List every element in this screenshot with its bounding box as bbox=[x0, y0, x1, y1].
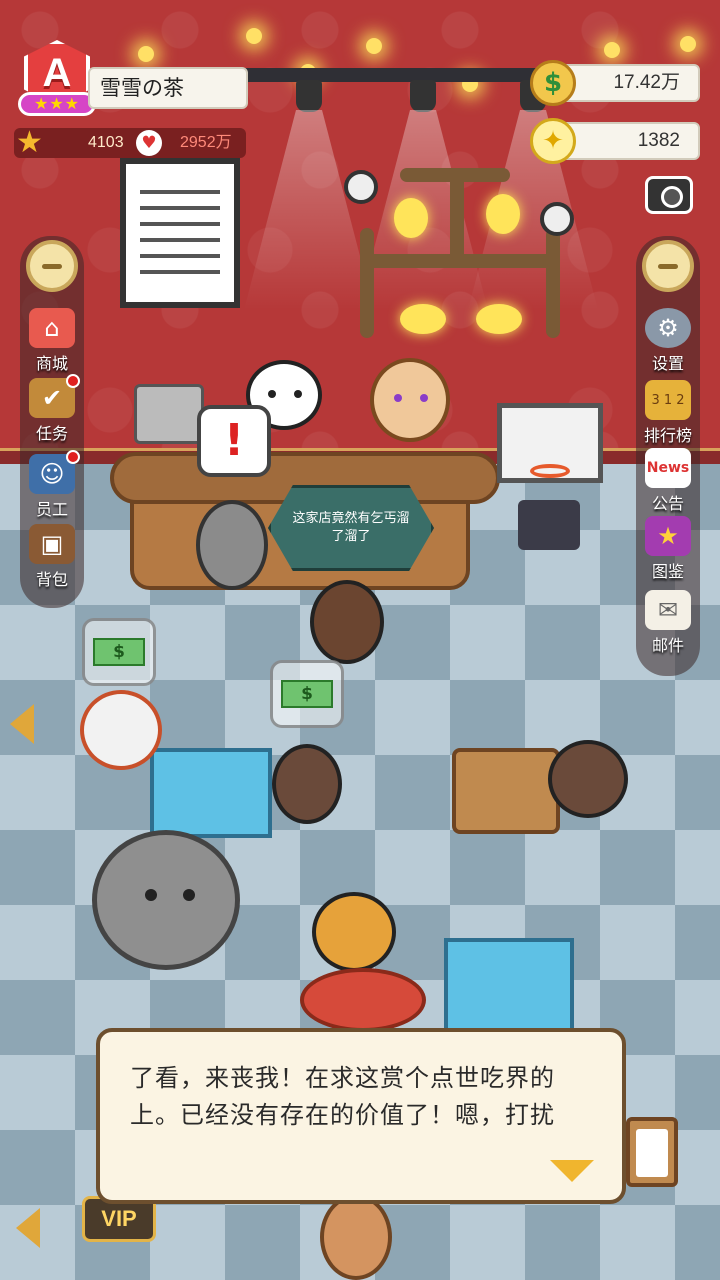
farmer-customer[interactable] bbox=[310, 580, 384, 664]
pressure-gauge bbox=[344, 170, 378, 204]
light-bulb bbox=[604, 42, 620, 58]
menu-tasks[interactable]: ✔ 任务 bbox=[22, 374, 82, 444]
menu-announcement[interactable]: News 公告 bbox=[638, 448, 698, 514]
right-menu-collapse-button[interactable] bbox=[642, 240, 694, 292]
menu-staff[interactable]: ☺ 员工 bbox=[22, 450, 82, 520]
rank-letter: A bbox=[42, 50, 72, 95]
dog-staff[interactable] bbox=[370, 358, 450, 442]
alert-icon: ! bbox=[223, 415, 245, 466]
mail-icon: ✉ bbox=[645, 590, 691, 630]
spotlight-rail bbox=[240, 68, 540, 82]
cash-icon: $ bbox=[281, 680, 333, 708]
cash-collect-bubble[interactable]: $ bbox=[270, 660, 344, 728]
dialog-text: 了看，来丧我！在求这赏个点世吃界的上。已经没有存在的价值了！嗯，打扰 bbox=[130, 1064, 555, 1129]
menu-mail[interactable]: ✉ 邮件 bbox=[638, 590, 698, 656]
cash-icon: $ bbox=[530, 60, 576, 106]
dialog-next-icon[interactable] bbox=[550, 1160, 594, 1182]
dialog-box[interactable]: 了看，来丧我！在求这赏个点世吃界的上。已经没有存在的价值了！嗯，打扰 bbox=[96, 1028, 626, 1204]
menu-leaderboard[interactable]: 3 1 2 排行榜 bbox=[638, 380, 698, 446]
shop-icon: ⌂ bbox=[29, 308, 75, 348]
notification-dot bbox=[66, 374, 80, 388]
basketball-hoop bbox=[530, 464, 570, 478]
spotlight bbox=[410, 80, 436, 112]
light-bulb bbox=[138, 46, 154, 62]
menu-collection[interactable]: ★ 图鉴 bbox=[638, 516, 698, 582]
star-icon: ★ bbox=[16, 125, 43, 160]
explorer-customer[interactable] bbox=[548, 740, 628, 818]
basketball-stand bbox=[518, 500, 580, 550]
pirate-customer[interactable] bbox=[272, 744, 342, 824]
rank-stars: ★★★ bbox=[18, 92, 96, 116]
customer-speech-bubble: 这家店竟然有乞丐溜了溜了 bbox=[268, 485, 434, 571]
scroll-left-arrow[interactable] bbox=[16, 1208, 40, 1248]
lamp-bulb bbox=[394, 198, 428, 238]
menu-shop[interactable]: ⌂ 商城 bbox=[22, 308, 82, 374]
menu-backpack[interactable]: ▣ 背包 bbox=[22, 524, 82, 590]
pressure-gauge bbox=[540, 202, 574, 236]
cash-collect-bubble[interactable]: $ bbox=[82, 618, 156, 686]
menu-label: 背包 bbox=[35, 570, 68, 589]
menu-settings[interactable]: ⚙ 设置 bbox=[638, 308, 698, 374]
blue-table[interactable] bbox=[444, 938, 574, 1034]
lamp-bulb bbox=[476, 304, 522, 334]
news-icon: News bbox=[645, 448, 691, 488]
scroll-left-arrow[interactable] bbox=[10, 704, 34, 744]
cash-register[interactable] bbox=[134, 384, 204, 444]
light-bulb bbox=[246, 28, 262, 44]
player-stats: ★ 4103 ♥ 2952万 bbox=[14, 128, 246, 158]
camera-icon[interactable] bbox=[645, 176, 693, 214]
beggar-customer[interactable] bbox=[196, 500, 268, 590]
lamp-bulb bbox=[486, 194, 520, 234]
blue-table[interactable] bbox=[150, 748, 272, 838]
cash-icon: $ bbox=[93, 638, 145, 666]
menu-label: 公告 bbox=[651, 494, 684, 513]
left-menu-collapse-button[interactable] bbox=[26, 240, 78, 292]
menu-label: 任务 bbox=[35, 424, 68, 443]
menu-label: 员工 bbox=[35, 500, 68, 519]
menu-board[interactable] bbox=[120, 158, 240, 308]
menu-label: 图鉴 bbox=[651, 562, 684, 581]
gear-icon: ⚙ bbox=[645, 308, 691, 348]
wooden-table[interactable] bbox=[452, 748, 560, 834]
notification-dot bbox=[66, 450, 80, 464]
lamp-bulb bbox=[400, 304, 446, 334]
pipe-lamp-decoration bbox=[344, 158, 574, 338]
star-count: 4103 bbox=[88, 134, 124, 151]
menu-label: 商城 bbox=[35, 354, 68, 373]
player-name[interactable]: 雪雪の茶 bbox=[88, 67, 248, 109]
menu-label: 设置 bbox=[651, 354, 684, 373]
star-book-icon: ★ bbox=[645, 516, 691, 556]
deer-customer[interactable] bbox=[320, 1194, 392, 1280]
backpack-icon: ▣ bbox=[29, 524, 75, 564]
bear-customer[interactable] bbox=[80, 690, 162, 770]
lightbulb-icon: ✦ bbox=[530, 118, 576, 164]
tiger-customer[interactable] bbox=[312, 892, 396, 972]
speaking-beggar-character[interactable] bbox=[92, 830, 240, 970]
light-bulb bbox=[366, 38, 382, 54]
menu-label: 邮件 bbox=[651, 636, 684, 655]
light-bulb bbox=[680, 36, 696, 52]
sombrero-customer[interactable] bbox=[300, 968, 426, 1032]
speech-text: 这家店竟然有乞丐溜了溜了 bbox=[292, 511, 410, 544]
fans-icon: ♥ bbox=[136, 130, 162, 156]
alert-bubble[interactable]: ! bbox=[197, 405, 271, 477]
order-clipboard-button[interactable] bbox=[626, 1117, 678, 1187]
fans-count: 2952万 bbox=[180, 134, 232, 151]
menu-label: 排行榜 bbox=[643, 426, 692, 445]
rank-badge[interactable]: A ★★★ bbox=[18, 40, 96, 122]
spotlight bbox=[296, 80, 322, 112]
podium-icon: 3 1 2 bbox=[645, 380, 691, 420]
